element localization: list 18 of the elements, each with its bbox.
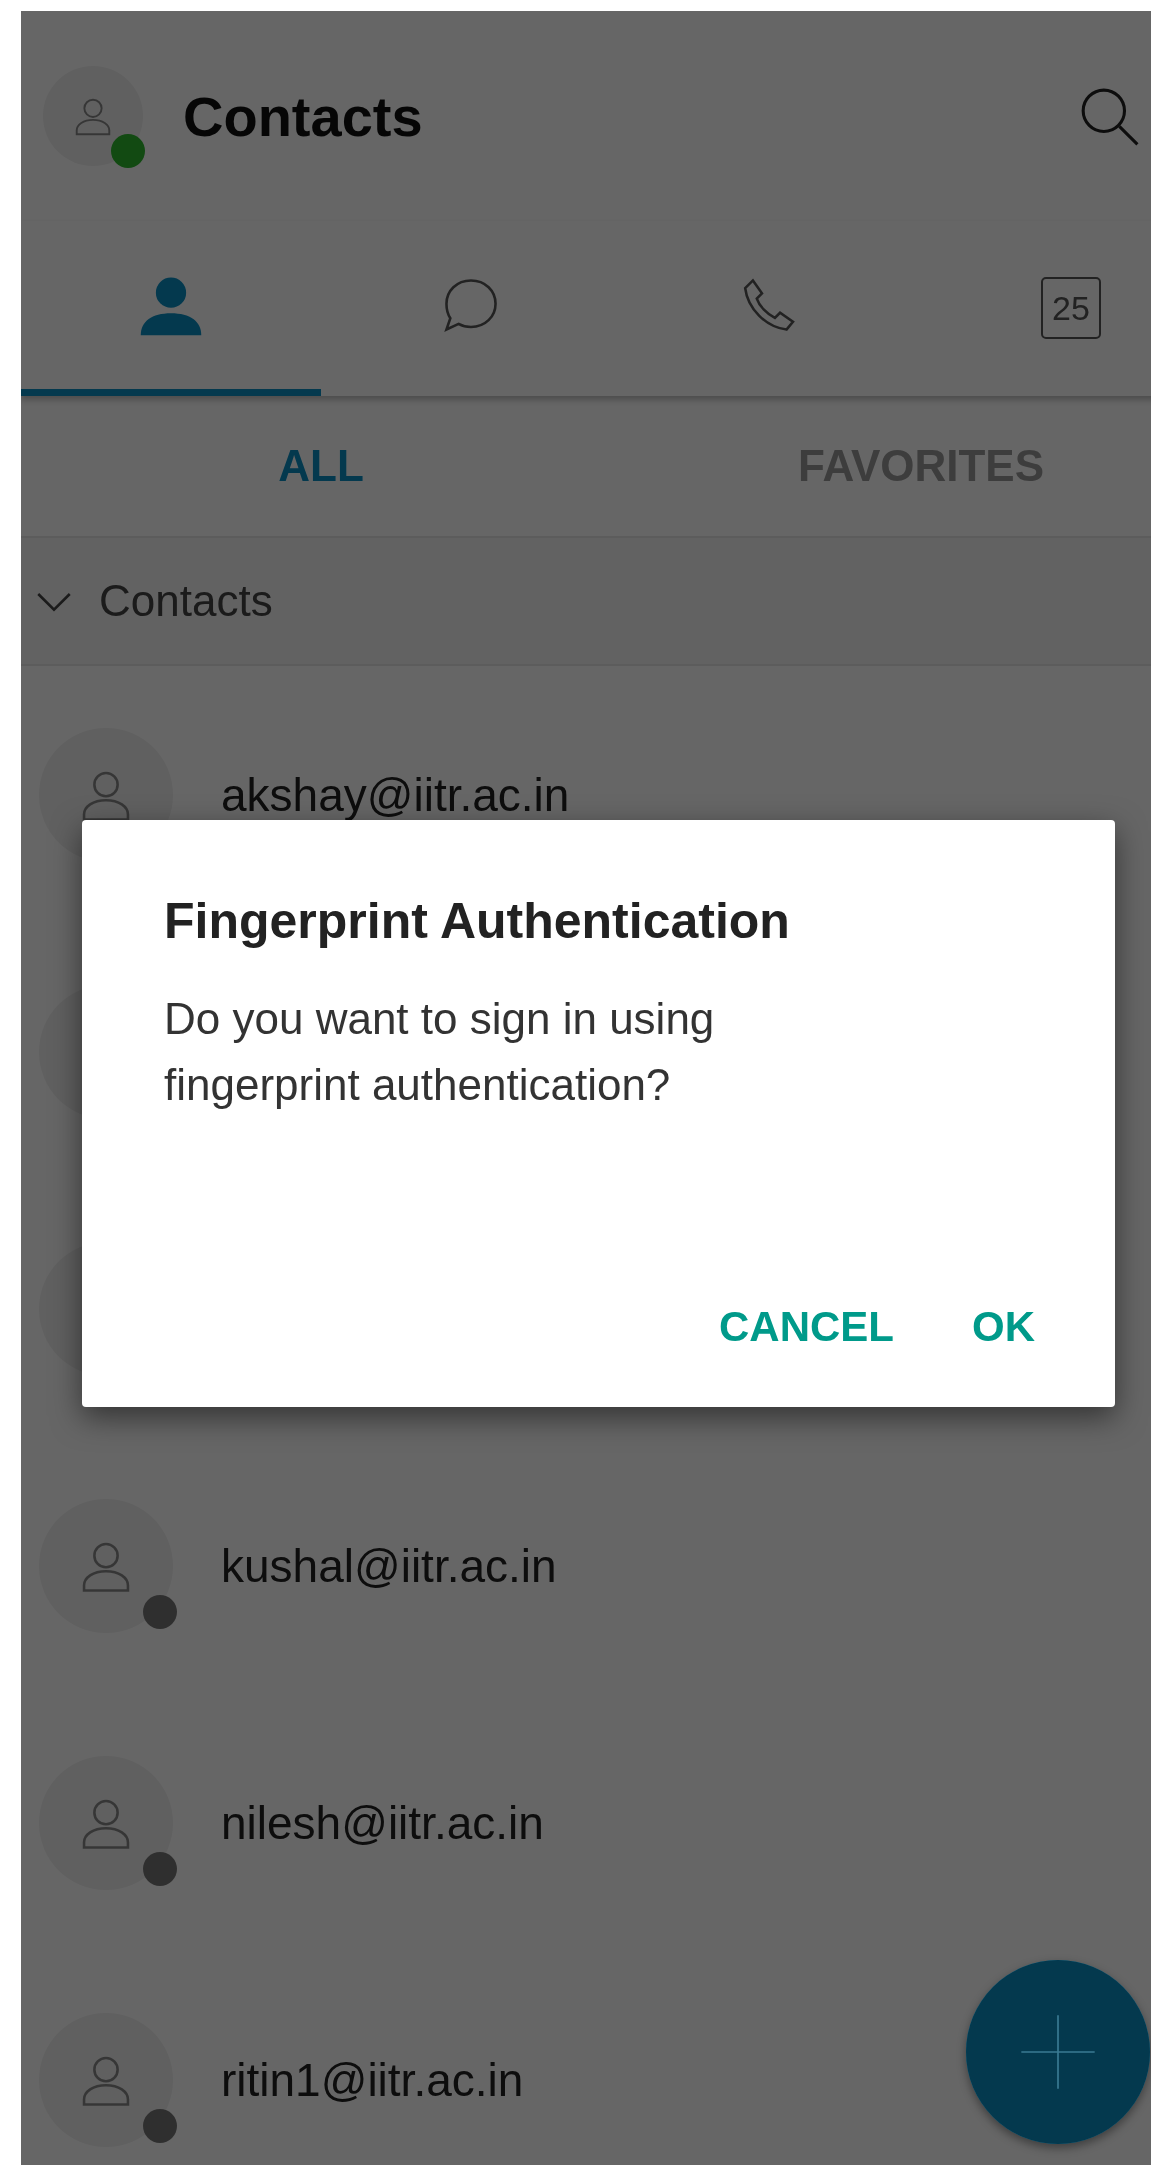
filter-tab[interactable]: ALL	[21, 396, 621, 536]
contact-name[interactable]: nilesh@iitr.ac.in	[221, 1795, 544, 1850]
contact-name[interactable]: kushal@iitr.ac.in	[221, 1538, 557, 1593]
status-dot	[143, 1851, 177, 1886]
plus-icon	[1018, 2012, 1098, 2092]
dialog-button[interactable]: OK	[972, 1303, 1035, 1351]
dialog-title: Fingerprint Authentication	[164, 892, 791, 950]
status-dot	[143, 2108, 177, 2143]
nav-tab[interactable]: 25	[921, 221, 1151, 396]
contact-name[interactable]: ritin1@iitr.ac.in	[221, 2052, 524, 2107]
dialog-message: Do you want to sign in using fingerprint authentication?	[164, 993, 716, 1111]
group-header[interactable]: Contacts	[21, 538, 1151, 666]
dialog-button[interactable]: CANCEL	[719, 1303, 894, 1351]
contact-name[interactable]: akshay@iitr.ac.in	[221, 767, 570, 822]
group-label: Contacts	[99, 576, 273, 626]
page-title: Contacts	[183, 83, 423, 149]
calendar-icon: 25	[1041, 277, 1101, 339]
status-dot	[143, 1594, 177, 1629]
